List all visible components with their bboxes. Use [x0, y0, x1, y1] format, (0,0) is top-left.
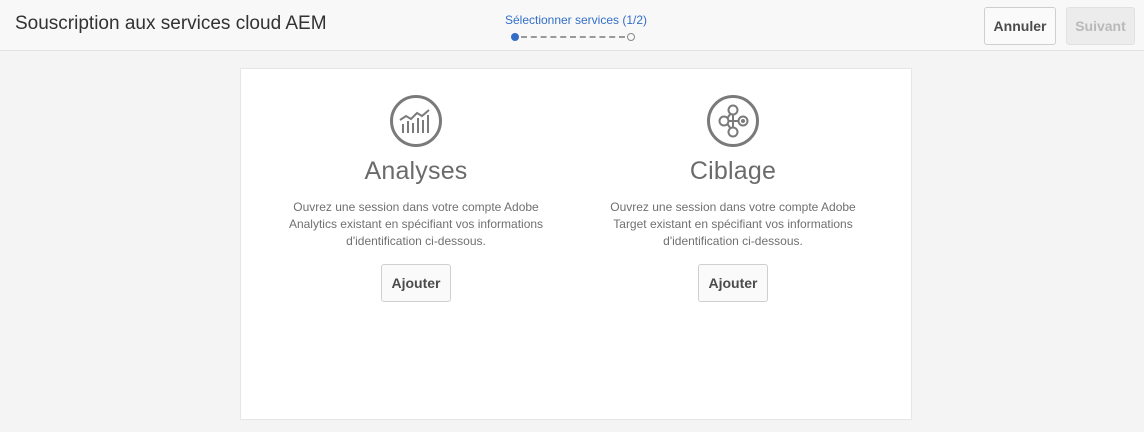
service-target: Ciblage Ouvrez une session dans votre co… [598, 94, 868, 302]
services-card: Analyses Ouvrez une session dans votre c… [240, 68, 912, 420]
wizard-stepper [511, 33, 641, 43]
target-nodes-icon [707, 95, 759, 147]
wizard-progress: Sélectionner services (1/2) [496, 13, 656, 41]
service-title: Analyses [364, 157, 468, 185]
top-bar: Souscription aux services cloud AEM Séle… [0, 0, 1144, 51]
service-description: Ouvrez une session dans votre compte Ado… [610, 200, 856, 248]
step-2-indicator[interactable] [627, 33, 635, 41]
service-title: Ciblage [689, 157, 777, 185]
add-analytics-button[interactable]: Ajouter [381, 264, 451, 302]
cancel-button[interactable]: Annuler [984, 7, 1056, 45]
add-target-button[interactable]: Ajouter [698, 264, 768, 302]
wizard-step-label: Sélectionner services (1/2) [504, 13, 648, 27]
step-1-indicator[interactable] [511, 33, 519, 41]
service-analytics: Analyses Ouvrez une session dans votre c… [281, 94, 551, 302]
stepper-dashed-line [521, 36, 625, 38]
service-description: Ouvrez une session dans votre compte Ado… [288, 200, 544, 248]
next-button[interactable]: Suivant [1066, 7, 1135, 45]
analytics-chart-icon [390, 95, 442, 147]
page-title: Souscription aux services cloud AEM [15, 13, 327, 34]
